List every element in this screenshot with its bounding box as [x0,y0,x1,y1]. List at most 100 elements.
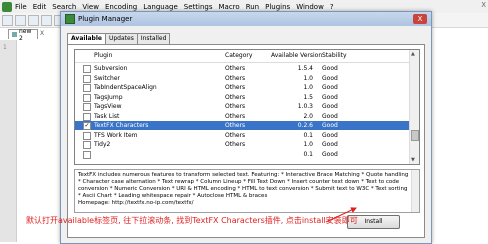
plugin-stability: Good [322,141,338,148]
plugin-version: 1.0 [303,141,313,148]
plugin-name: Task List [94,112,120,120]
menu-window[interactable]: Window [296,3,324,11]
menu-settings[interactable]: Settings [184,3,213,11]
dialog-titlebar: Plugin Manager X [61,12,431,26]
plugin-stability: Good [322,84,338,91]
column-available-version[interactable]: Available Version [271,52,322,59]
scroll-down-icon[interactable]: ▼ [411,157,415,163]
menu-edit[interactable]: Edit [33,3,47,11]
menu-macro[interactable]: Macro [219,3,240,11]
plugin-row[interactable]: TagsView Others 1.0.3 Good [75,102,409,111]
plugin-checkbox[interactable] [83,84,91,92]
dialog-title: Plugin Manager [78,15,133,23]
save-icon[interactable] [28,14,39,26]
plugin-name: Switcher [94,74,120,82]
plugin-row[interactable]: Subversion Others 1.5.4 Good [75,64,409,73]
plugin-category: Others [225,112,246,120]
plugin-version: 1.5 [303,93,313,101]
plugin-stability: Good [322,93,338,101]
menu-view[interactable]: View [82,3,99,11]
app-icon [2,1,12,12]
column-category[interactable]: Category [225,52,252,59]
plugin-row[interactable]: Tidy2 Others 1.0 Good [75,140,409,149]
plugin-row[interactable]: TagsJump Others 1.5 Good [75,93,409,102]
dialog-close-button[interactable]: X [413,14,427,24]
open-file-icon[interactable] [15,14,26,26]
plugin-row[interactable]: TFS Work Item Others 0.1 Good [75,131,409,140]
window-close-icon[interactable]: X [481,1,486,9]
scroll-thumb[interactable] [411,130,419,141]
description-scrollbar[interactable] [411,170,419,212]
plugin-category: Others [225,131,246,139]
plugin-checkbox[interactable] [83,141,91,149]
plugin-list-scrollbar[interactable]: ▲ ▼ [409,50,419,164]
menu-help[interactable]: ? [330,3,334,11]
plugin-version: 1.5.4 [297,65,313,72]
plugin-name: TabIndentSpaceAlign [94,84,157,91]
plugin-category: Others [225,93,246,101]
plugin-checkbox[interactable] [83,65,91,73]
plugin-row[interactable]: TabIndentSpaceAlign Others 1.0 Good [75,83,409,92]
plugin-stability: Good [322,131,338,139]
plugin-checkbox[interactable] [83,74,91,83]
plugin-name: TextFX Characters [94,122,149,129]
plugin-stability: Good [322,74,338,82]
plugin-category: Others [225,84,246,91]
tab-installed[interactable]: Installed [136,33,171,44]
plugin-checkbox[interactable] [83,131,91,140]
save-all-icon[interactable] [41,14,52,26]
available-panel: Plugin Category Available Version Stabil… [67,44,425,238]
plugin-checkbox[interactable]: ✓ [83,122,91,130]
plugin-name: TagsJump [94,93,123,101]
plugin-row[interactable]: 0.1 Good [75,150,409,159]
plugin-stability: Good [322,112,338,120]
plugin-list-header: Plugin Category Available Version Stabil… [75,50,409,63]
plugin-version: 0.1 [303,131,313,139]
plugin-checkbox[interactable] [83,112,91,121]
dialog-app-icon [65,14,75,24]
plugin-row[interactable]: Task List Others 2.0 Good [75,112,409,121]
menu-encoding[interactable]: Encoding [105,3,137,11]
menu-file[interactable]: File [15,3,27,11]
column-plugin[interactable]: Plugin [94,52,112,59]
tab-updates[interactable]: Updates [104,33,138,44]
plugin-stability: Good [322,103,338,110]
menu-language[interactable]: Language [143,3,178,11]
plugin-checkbox[interactable] [83,103,91,111]
plugin-manager-dialog: Plugin Manager X Available Updates Insta… [60,11,432,244]
plugin-stability: Good [322,65,338,72]
plugin-version: 2.0 [303,112,313,120]
plugin-stability: Good [322,122,338,129]
plugin-row[interactable]: ✓ TextFX Characters Others 0.2.6 Good [75,121,409,130]
scroll-up-icon[interactable]: ▲ [411,51,415,57]
plugin-row[interactable]: Switcher Others 1.0 Good [75,74,409,83]
column-stability[interactable]: Stability [322,52,347,59]
document-tab[interactable]: new 2 [8,28,38,42]
menu-run[interactable]: Run [246,3,259,11]
line-number-gutter: 1 [0,40,17,242]
new-file-icon[interactable] [2,14,13,26]
plugin-name: TFS Work Item [94,131,138,139]
plugin-description-text: TextFX includes numerous features to tra… [78,172,409,206]
plugin-version: 1.0 [303,74,313,82]
plugin-checkbox[interactable] [83,150,91,159]
tab-close-icon[interactable]: X [40,30,44,37]
document-tab-bar: new 2 X [0,28,60,42]
plugin-list[interactable]: Plugin Category Available Version Stabil… [74,49,420,165]
plugin-category: Others [225,103,246,110]
menu-search[interactable]: Search [52,3,76,11]
dialog-tabs: Available Updates Installed [67,33,171,45]
plugin-category: Others [225,74,246,82]
plugin-checkbox[interactable] [83,93,91,102]
plugin-version: 0.2.6 [297,122,313,129]
plugin-category: Others [225,122,246,129]
document-saved-icon [12,32,17,37]
line-number: 1 [3,44,7,51]
plugin-description-box[interactable]: TextFX includes numerous features to tra… [74,169,420,213]
plugin-version: 1.0.3 [297,103,313,110]
editor-area[interactable]: 1 [0,40,60,242]
plugin-stability: Good [322,150,338,158]
menu-plugins[interactable]: Plugins [265,3,290,11]
plugin-version: 0.1 [303,150,313,158]
plugin-category: Others [225,141,246,148]
